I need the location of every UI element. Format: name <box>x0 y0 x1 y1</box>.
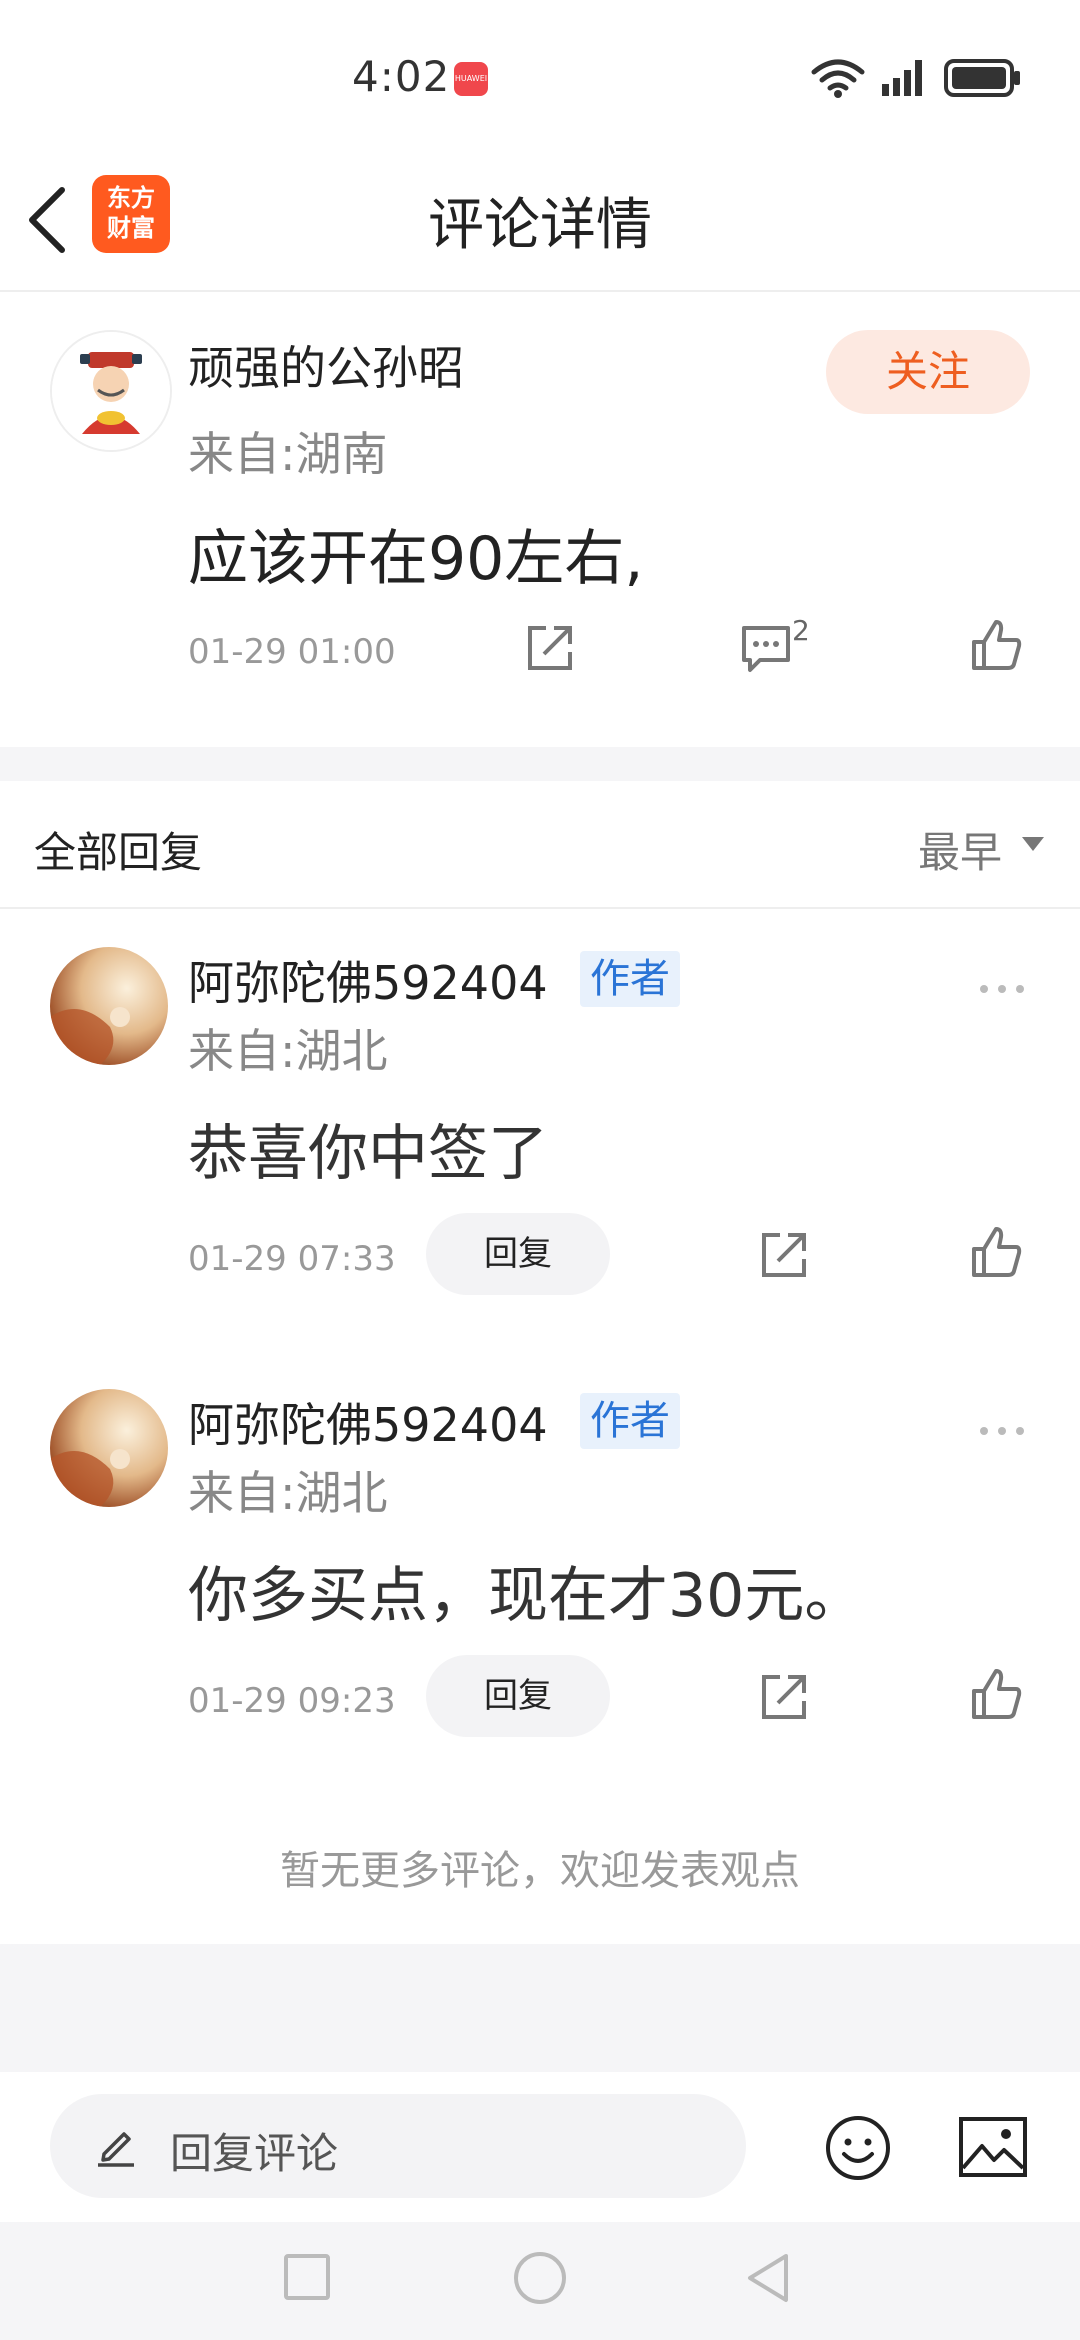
recent-apps-button[interactable] <box>284 2254 330 2300</box>
reply-input-placeholder: 回复评论 <box>170 2129 339 2178</box>
reply-button[interactable]: 回复 <box>426 1655 610 1737</box>
reply-item: 阿弥陀佛592404 作者 来自:湖北 恭喜你中签了 01-29 07:33 回… <box>0 909 1080 1351</box>
huawei-notification-icon: HUAWEI <box>454 62 488 96</box>
sort-dropdown[interactable]: 最早 <box>918 819 1002 880</box>
comment-bubble-icon[interactable] <box>736 618 796 678</box>
section-divider <box>0 747 1080 781</box>
buddha-avatar-image <box>50 1389 168 1507</box>
main-comment: 顽强的公孙昭 来自:湖南 关注 应该开在90左右, 01-29 01:00 2 <box>0 292 1080 747</box>
avatar[interactable] <box>50 1389 168 1507</box>
author-badge: 作者 <box>580 1393 680 1449</box>
location: 来自:湖南 <box>188 427 388 481</box>
system-back-icon[interactable] <box>742 2250 792 2306</box>
share-icon[interactable] <box>520 618 580 678</box>
cellular-signal-icon <box>882 60 922 96</box>
username[interactable]: 阿弥陀佛592404 <box>188 1389 548 1455</box>
replies-header: 全部回复 最早 <box>0 781 1080 909</box>
status-time: 4:02 <box>352 52 451 101</box>
more-options-icon[interactable] <box>976 1423 1028 1439</box>
page-title: 评论详情 <box>428 193 652 258</box>
avatar[interactable] <box>50 330 172 452</box>
home-button[interactable] <box>514 2252 566 2304</box>
bottom-spacer <box>0 1944 1080 2072</box>
reply-item: 阿弥陀佛592404 作者 来自:湖北 你多买点，现在才30元。 01-29 0… <box>0 1351 1080 1793</box>
reply-button[interactable]: 回复 <box>426 1213 610 1295</box>
fortune-god-avatar-image <box>52 332 170 450</box>
reply-time: 01-29 09:23 <box>188 1681 396 1721</box>
location: 来自:湖北 <box>188 1466 388 1520</box>
share-icon[interactable] <box>754 1667 814 1727</box>
reply-time: 01-29 07:33 <box>188 1239 396 1279</box>
username[interactable]: 阿弥陀佛592404 <box>188 947 548 1013</box>
image-icon[interactable] <box>958 2116 1028 2178</box>
wifi-icon <box>811 59 865 98</box>
reply-text: 恭喜你中签了 <box>188 1119 548 1189</box>
more-options-icon[interactable] <box>976 981 1028 997</box>
chevron-down-icon[interactable] <box>1022 837 1044 851</box>
system-nav-bar <box>0 2222 1080 2340</box>
avatar[interactable] <box>50 947 168 1065</box>
reply-text: 你多买点，现在才30元。 <box>188 1561 865 1631</box>
reply-input-bar: 回复评论 <box>0 2072 1080 2222</box>
all-replies-title: 全部回复 <box>34 828 203 877</box>
share-icon[interactable] <box>754 1225 814 1285</box>
thumbs-up-icon[interactable] <box>966 616 1026 676</box>
thumbs-up-icon[interactable] <box>966 1665 1026 1725</box>
thumbs-up-icon[interactable] <box>966 1223 1026 1283</box>
author-badge: 作者 <box>580 951 680 1007</box>
follow-button[interactable]: 关注 <box>826 330 1030 414</box>
location: 来自:湖北 <box>188 1024 388 1078</box>
emoji-icon[interactable] <box>824 2114 892 2182</box>
no-more-comments-note: 暂无更多评论，欢迎发表观点 <box>280 1848 800 1894</box>
reply-input[interactable]: 回复评论 <box>50 2094 746 2198</box>
comment-count: 2 <box>792 614 810 647</box>
pen-icon <box>98 2132 134 2167</box>
comment-time: 01-29 01:00 <box>188 632 396 672</box>
username[interactable]: 顽强的公孙昭 <box>188 332 464 398</box>
comment-text: 应该开在90左右, <box>188 524 644 594</box>
battery-icon <box>944 59 1020 97</box>
buddha-avatar-image <box>50 947 168 1065</box>
status-bar: 4:02 HUAWEI <box>0 0 1080 150</box>
top-nav-bar: 东方 财富 评论详情 <box>0 150 1080 292</box>
